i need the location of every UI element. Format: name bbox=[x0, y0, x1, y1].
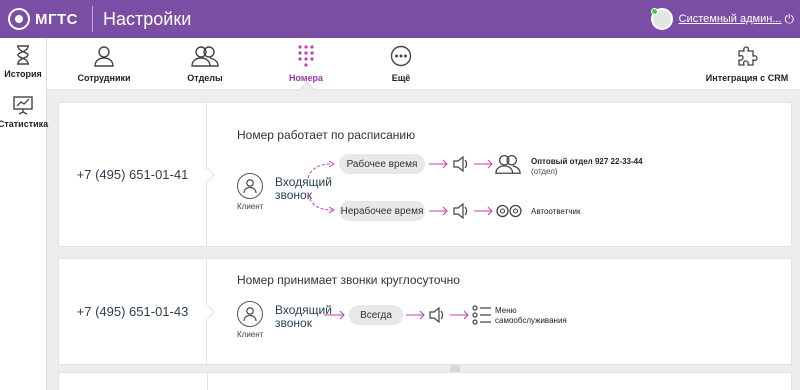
tab-label: Сотрудники bbox=[77, 73, 131, 83]
app-header: МГТС Настройки Системный админ... ⏻ bbox=[0, 0, 800, 38]
client-label: Клиент bbox=[237, 202, 264, 211]
destination-menu-line1: Меню bbox=[495, 306, 517, 315]
active-tab-pointer bbox=[298, 81, 316, 99]
tab-more[interactable]: Ещё bbox=[356, 44, 446, 83]
logo-text: МГТС bbox=[35, 10, 78, 28]
sidebar-item-label: История bbox=[4, 69, 42, 79]
header-divider bbox=[92, 6, 93, 32]
users-icon bbox=[495, 152, 521, 176]
tab-employees[interactable]: Сотрудники bbox=[59, 44, 149, 83]
client-label: Клиент bbox=[237, 330, 264, 339]
phone-number[interactable]: +7 (495) 651-01-41 bbox=[77, 167, 189, 182]
sidebar-item-history[interactable]: История bbox=[0, 38, 46, 88]
user-menu[interactable]: Системный админ... ⏻ bbox=[650, 0, 795, 38]
non-work-time-pill[interactable]: Нерабочее время bbox=[339, 201, 425, 221]
client-icon bbox=[237, 301, 264, 327]
arrow-icon bbox=[429, 159, 448, 169]
speaker-icon[interactable] bbox=[427, 305, 447, 325]
sidebar-item-label: Статистика bbox=[0, 119, 49, 129]
top-tabs: Сотрудники Отделы Номера Ещё Интеграция … bbox=[47, 38, 800, 99]
tab-label: Ещё bbox=[391, 73, 411, 83]
arrow-icon bbox=[450, 310, 469, 320]
client-node: Клиент bbox=[237, 301, 263, 339]
phone-number[interactable]: +7 (495) 651-01-43 bbox=[77, 304, 189, 319]
user-name-link[interactable]: Системный админ... bbox=[679, 13, 782, 25]
schedule-mode-title: Номер принимает звонки круглосуточно bbox=[237, 273, 460, 287]
logo[interactable]: МГТС bbox=[0, 0, 78, 38]
tab-label: Отделы bbox=[187, 73, 223, 83]
arrow-icon bbox=[474, 159, 493, 169]
presentation-chart-icon bbox=[11, 94, 35, 116]
online-status-dot bbox=[650, 8, 658, 15]
number-card[interactable] bbox=[58, 372, 792, 390]
destination-menu[interactable]: Меню самообслуживания bbox=[495, 306, 567, 326]
users-icon bbox=[191, 44, 219, 68]
more-icon bbox=[390, 44, 412, 68]
branch-arrows bbox=[307, 160, 335, 214]
schedule-mode-title: Номер работает по расписанию bbox=[237, 128, 416, 142]
speaker-icon[interactable] bbox=[451, 201, 471, 221]
arrow-icon bbox=[324, 310, 345, 320]
client-node: Клиент bbox=[237, 173, 263, 211]
logo-mark-icon bbox=[8, 8, 30, 30]
avatar[interactable] bbox=[650, 8, 673, 30]
destination-menu-line2: самообслуживания bbox=[495, 316, 567, 325]
work-time-pill[interactable]: Рабочее время bbox=[339, 154, 425, 174]
voicemail-icon bbox=[495, 201, 523, 221]
power-icon[interactable]: ⏻ bbox=[785, 12, 795, 27]
number-card-left: +7 (495) 651-01-43 bbox=[59, 259, 207, 364]
sidebar: История Статистика bbox=[0, 38, 49, 390]
page-title: Настройки bbox=[103, 8, 192, 29]
always-pill[interactable]: Всегда bbox=[349, 305, 403, 325]
list-icon bbox=[471, 303, 493, 327]
user-icon bbox=[93, 44, 115, 68]
arrow-icon bbox=[429, 206, 448, 216]
number-card[interactable]: +7 (495) 651-01-43 Номер принимает звонк… bbox=[58, 258, 792, 365]
destination-voicemail[interactable]: Автоответчик bbox=[531, 207, 581, 217]
speaker-icon[interactable] bbox=[451, 154, 471, 174]
sidebar-item-statistics[interactable]: Статистика bbox=[0, 88, 49, 138]
tab-label: Интеграция с CRM bbox=[705, 73, 789, 83]
number-card[interactable]: +7 (495) 651-01-41 Номер работает по рас… bbox=[58, 102, 792, 247]
tab-crm-integration[interactable]: Интеграция с CRM bbox=[702, 44, 792, 83]
tab-numbers[interactable]: Номера bbox=[261, 44, 351, 83]
client-icon bbox=[237, 173, 264, 199]
tab-departments[interactable]: Отделы bbox=[160, 44, 250, 83]
dialpad-icon bbox=[296, 44, 316, 68]
number-card-left: +7 (495) 651-01-41 bbox=[59, 103, 207, 246]
arrow-icon bbox=[474, 206, 493, 216]
hourglass-icon bbox=[11, 44, 35, 66]
destination-department[interactable]: Оптовый отдел 927 22-33-44 bbox=[531, 157, 643, 166]
number-card-divider bbox=[207, 373, 208, 390]
destination-type: (отдел) bbox=[531, 167, 558, 176]
puzzle-icon bbox=[736, 44, 758, 68]
arrow-icon bbox=[406, 310, 425, 320]
